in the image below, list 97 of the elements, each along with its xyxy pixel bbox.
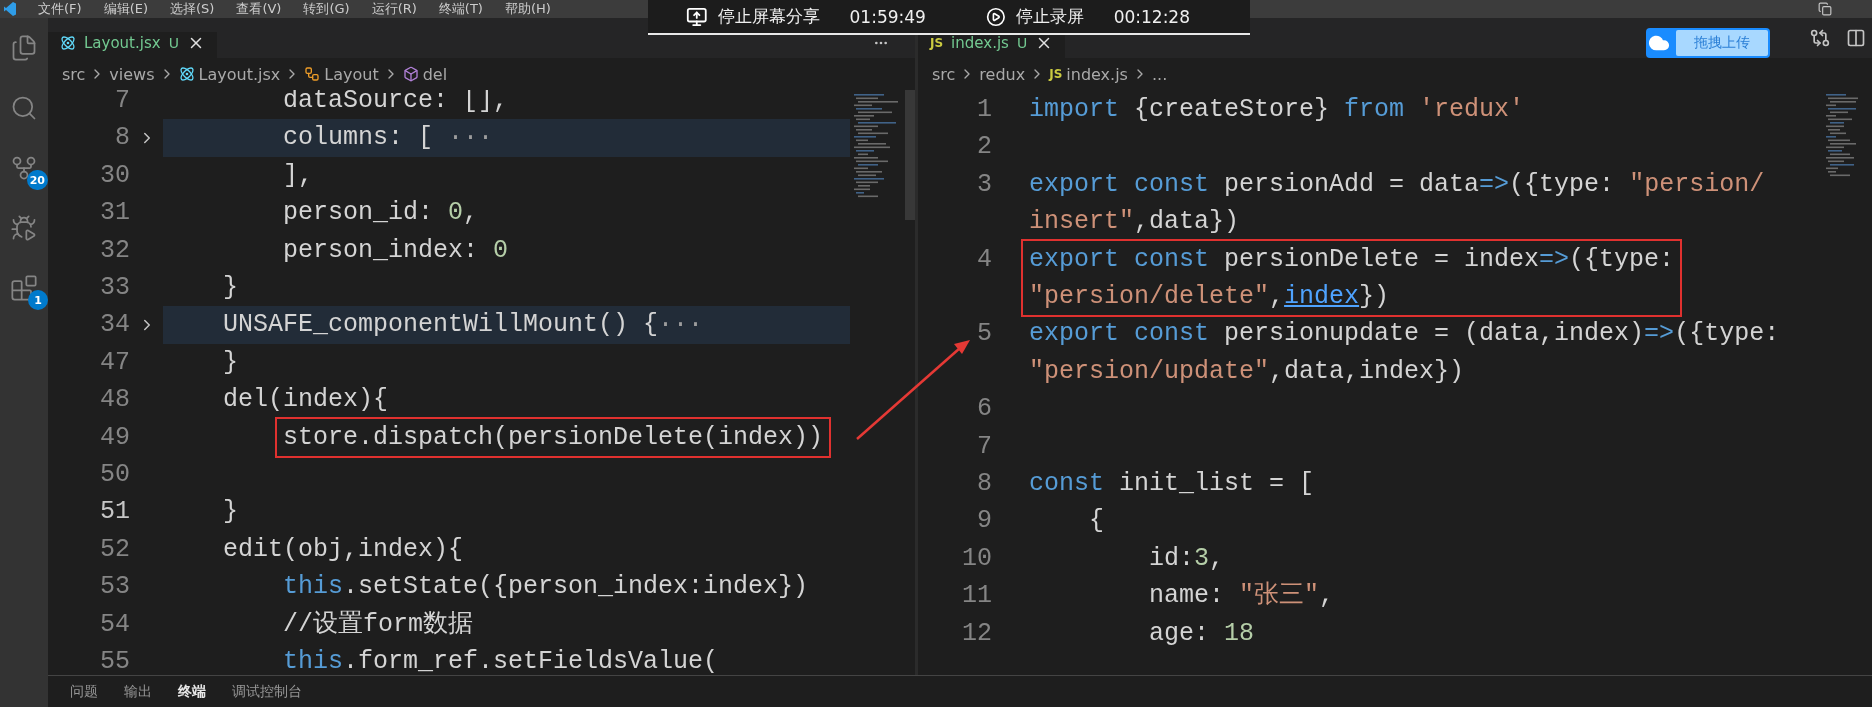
code-line: store.dispatch(persionDelete(index)) <box>283 422 824 452</box>
panel-tab[interactable]: 调试控制台 <box>232 682 302 701</box>
breadcrumb-item[interactable]: del <box>422 64 448 84</box>
editor-tab[interactable]: Layout.jsx U <box>48 32 217 58</box>
code-line: //设置form数据 <box>283 609 474 639</box>
code-line: } <box>223 497 239 527</box>
line-number: 51 <box>100 496 130 529</box>
js-file-label: JS <box>1049 67 1063 81</box>
line-number: 49 <box>100 421 130 454</box>
code-line: name: "张三", <box>1149 581 1335 611</box>
menu-item[interactable]: 运行(R) <box>371 0 417 18</box>
breadcrumb-item[interactable]: src <box>932 64 956 84</box>
breadcrumb-item[interactable]: redux <box>979 64 1026 84</box>
code-line: edit(obj,index){ <box>223 534 464 564</box>
code-line: this.form_ref.setFieldsValue( <box>283 647 719 675</box>
menu-item[interactable]: 终端(T) <box>438 0 483 18</box>
code-line: export const persionupdate = (data,index)=>({type: <box>1029 319 1780 349</box>
line-number: 48 <box>100 384 130 417</box>
record-icon[interactable] <box>985 5 1006 28</box>
line-number: 7 <box>115 90 130 117</box>
code-line: import {createStore} from 'redux' <box>1029 95 1525 124</box>
line-number: 31 <box>100 197 130 230</box>
code-line: del(index){ <box>223 385 389 415</box>
code-line: { <box>1089 506 1105 536</box>
react-icon <box>178 66 195 82</box>
panel-tab[interactable]: 输出 <box>124 682 152 701</box>
line-number: 5 <box>977 318 992 351</box>
logo-icon <box>4 2 16 16</box>
record-time: 00:12:28 <box>1113 6 1190 27</box>
panel-tab[interactable]: 问题 <box>70 682 98 701</box>
stop-share-label[interactable]: 停止屏幕分享 <box>717 5 820 28</box>
files-icon[interactable] <box>10 34 38 62</box>
window-restore-icon[interactable] <box>1818 2 1832 16</box>
line-number: 1 <box>977 94 992 126</box>
line-number: 8 <box>115 122 130 155</box>
class-icon <box>304 66 321 82</box>
code-line: UNSAFE_componentWillMount() {··· <box>223 310 704 340</box>
menu-item[interactable]: 帮助(H) <box>504 0 551 18</box>
scrollbar-thumb[interactable] <box>905 90 915 220</box>
share-time: 01:59:49 <box>849 6 926 27</box>
code-line: this.setState({person_index:index}) <box>283 572 809 602</box>
line-number: 10 <box>962 542 992 575</box>
search-icon[interactable] <box>10 94 38 122</box>
line-number: 12 <box>962 617 992 650</box>
code-line: "persion/delete",index}) <box>1029 282 1390 312</box>
line-number: 55 <box>100 646 130 675</box>
line-number: 9 <box>977 505 992 538</box>
code-line: person_id: 0, <box>283 198 479 228</box>
count-badge: 1 <box>28 290 48 310</box>
line-number: 6 <box>977 393 992 426</box>
line-number: 2 <box>977 131 992 164</box>
stop-record-label[interactable]: 停止录屏 <box>1015 5 1084 28</box>
line-number: 32 <box>100 234 130 267</box>
line-number: 54 <box>100 608 130 641</box>
line-number: 30 <box>100 159 130 192</box>
run-debug-icon[interactable] <box>10 214 38 242</box>
menu-item[interactable]: 转到(G) <box>303 0 350 18</box>
line-number: 4 <box>977 243 992 276</box>
code-line: person_index: 0 <box>283 235 509 265</box>
cube-icon <box>402 66 419 82</box>
line-number: 53 <box>100 571 130 604</box>
breadcrumb-item[interactable]: src <box>62 64 86 84</box>
code-line: } <box>223 273 239 303</box>
line-number: 3 <box>977 168 992 201</box>
breadcrumb-item[interactable]: index.js <box>1066 64 1128 84</box>
breadcrumb-item[interactable]: views <box>109 64 155 84</box>
menu-item[interactable]: 选择(S) <box>170 0 215 18</box>
compare-icon[interactable] <box>1810 28 1830 48</box>
code-line: age: 18 <box>1149 618 1255 648</box>
code-line: columns: [ ··· <box>283 123 494 153</box>
breadcrumb-item[interactable]: ... <box>1151 64 1168 84</box>
code-line: const init_list = [ <box>1029 469 1315 499</box>
code-line: export const persionAdd = data=>({type: "persion/ <box>1029 169 1765 199</box>
react-icon <box>60 35 76 51</box>
line-number: 52 <box>100 533 130 566</box>
code-line: export const persionDelete = index=>({type: <box>1029 244 1675 274</box>
code-line: ], <box>283 160 314 190</box>
split-editor-icon[interactable] <box>1846 28 1866 48</box>
menu-item[interactable]: 查看(V) <box>236 0 282 18</box>
line-number: 47 <box>100 346 130 379</box>
menu-item[interactable]: 文件(F) <box>38 0 82 18</box>
js-file-label: JS <box>930 36 944 50</box>
line-number: 8 <box>977 468 992 501</box>
code-line: } <box>223 347 239 377</box>
code-line: "persion/update",data,index}) <box>1029 356 1465 386</box>
line-number: 50 <box>100 459 130 492</box>
code-line: insert",data}) <box>1029 207 1240 237</box>
count-badge: 20 <box>26 170 48 190</box>
line-number: 7 <box>977 430 992 463</box>
panel-tab[interactable]: 终端 <box>178 682 206 701</box>
line-number: 33 <box>100 272 130 305</box>
code-line: id:3, <box>1149 543 1225 573</box>
line-number: 11 <box>962 580 992 613</box>
line-number: 34 <box>100 309 130 342</box>
breadcrumb-item[interactable]: Layout.jsx <box>198 64 281 84</box>
menu-item[interactable]: 编辑(E) <box>103 0 148 18</box>
breadcrumb-item[interactable]: Layout <box>324 64 379 84</box>
